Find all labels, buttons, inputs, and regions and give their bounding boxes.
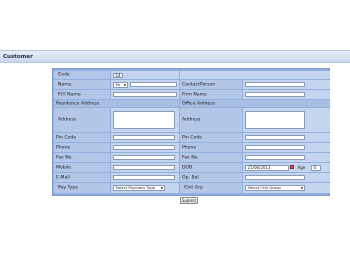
office-pin-input[interactable]: [245, 135, 305, 140]
firm-name-label: Firm Name: [182, 92, 207, 97]
row-address: Address * Address: [53, 108, 331, 132]
email-label: E-Mail: [56, 175, 70, 180]
mobile-label: Mobile: [56, 165, 72, 170]
contact-person-label: ContactPerson: [182, 82, 216, 87]
office-phone-input[interactable]: [245, 145, 305, 150]
row-fh-name: F/H Name * Firm Name: [53, 90, 331, 99]
title-select[interactable]: Mr ▼: [113, 81, 128, 88]
pay-type-select[interactable]: Select Payment Type ▼: [113, 185, 165, 191]
op-bal-label: Op. Bal: [182, 175, 199, 180]
page-header: Customer: [0, 50, 350, 63]
firm-name-input[interactable]: [245, 92, 305, 97]
chit-group-select[interactable]: Select Chit Group ▼: [245, 185, 305, 191]
chit-grp-label: Chit Grp: [184, 185, 204, 191]
office-pin-label: Pin Code: [182, 135, 203, 140]
chevron-down-icon: ▼: [160, 186, 163, 190]
chevron-down-icon: ▼: [123, 82, 126, 87]
residence-address-textarea[interactable]: [113, 111, 175, 129]
contact-person-input[interactable]: [245, 82, 305, 87]
pay-type-label: Pay Type: [58, 185, 79, 191]
row-code: Code * 14: [53, 71, 331, 79]
dob-input[interactable]: 21/06/2013: [245, 164, 289, 171]
page-title: Customer: [3, 54, 33, 60]
residence-fax-label: Fax No.: [56, 155, 73, 160]
residence-pin-label: Pin Code: [56, 135, 77, 140]
row-phone: Phone Phone: [53, 143, 331, 152]
residence-pin-input[interactable]: [113, 135, 175, 140]
residence-phone-label: Phone: [56, 145, 71, 150]
age-label: Age: [297, 164, 306, 170]
office-address-heading: Office Address: [182, 101, 216, 106]
row-sections: Residence Address Office Address: [53, 100, 331, 107]
email-input[interactable]: [113, 175, 175, 180]
dob-label: DOB: [182, 165, 193, 170]
submit-button[interactable]: Submit: [180, 197, 198, 204]
row-name: Name * Mr ▼ ContactPerson: [53, 80, 331, 89]
office-address-label: Address: [182, 117, 201, 123]
fh-name-label: F/H Name: [58, 92, 81, 97]
office-phone-label: Phone: [182, 145, 197, 150]
name-input[interactable]: [130, 81, 177, 87]
row-pin-code: Pin Code Pin Code: [53, 133, 331, 142]
office-fax-input[interactable]: [245, 155, 305, 160]
office-address-textarea[interactable]: [245, 111, 305, 129]
code-field: 14: [113, 72, 123, 78]
op-bal-input[interactable]: [245, 175, 305, 180]
age-input[interactable]: 0: [311, 164, 321, 171]
fh-name-input[interactable]: [113, 92, 177, 97]
residence-address-heading: Residence Address: [56, 101, 100, 106]
customer-form: Code * 14 Name * Mr▼ ContactPerson F/H: [52, 68, 330, 196]
office-fax-label: Fax No.: [182, 155, 199, 160]
residence-fax-input[interactable]: [113, 155, 175, 160]
chevron-down-icon: ▼: [300, 186, 303, 190]
residence-address-label: Address: [58, 117, 77, 123]
residence-phone-input[interactable]: [113, 145, 175, 150]
row-mobile: Mobile DOB 21/06/2013 Age 0: [53, 163, 331, 172]
calendar-icon[interactable]: [290, 165, 294, 169]
row-email: E-Mail Op. Bal: [53, 173, 331, 182]
mobile-input[interactable]: [113, 165, 175, 170]
row-pay-type: Pay Type * Select Payment Type ▼ Chit Grp…: [53, 183, 331, 193]
row-fax: Fax No. Fax No.: [53, 153, 331, 162]
